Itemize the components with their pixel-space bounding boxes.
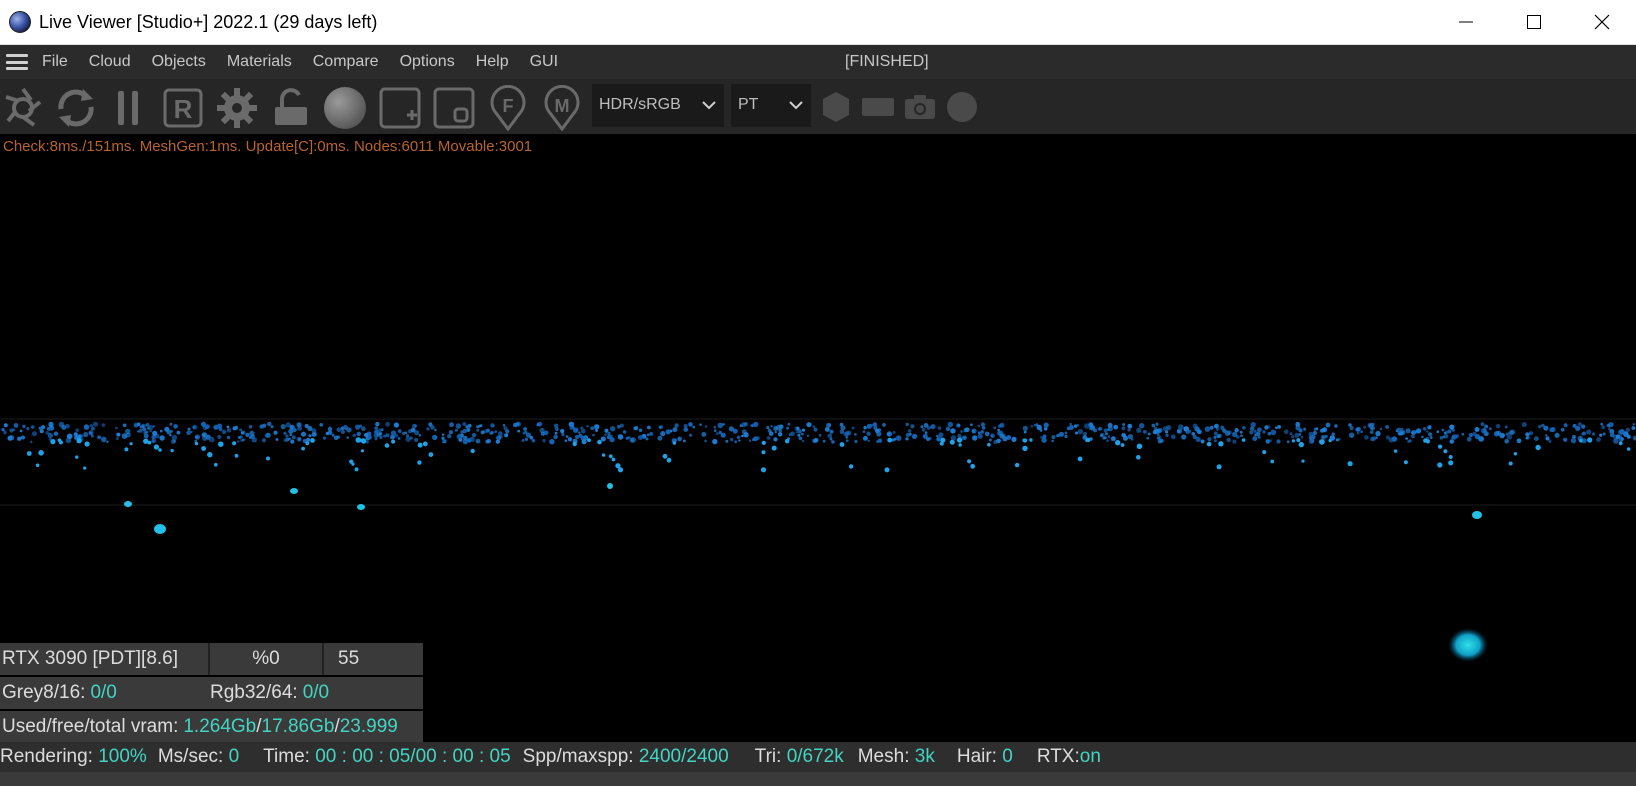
colorspace-select-value: HDR/sRGB: [599, 96, 681, 113]
triangle-count: Tri: 0/672k: [755, 746, 844, 768]
fit-region-icon[interactable]: [431, 85, 477, 131]
tri-value: 0/672k: [786, 746, 844, 767]
mssec-label: Ms/sec:: [157, 746, 229, 767]
window-title: Live Viewer [Studio+] 2022.1 (29 days le…: [39, 11, 378, 32]
rectangle-icon[interactable]: [860, 89, 896, 125]
hair-count: Hair: 0: [957, 746, 1013, 768]
buffer-row: Grey8/16: 0/0 Rgb32/64: 0/0: [0, 677, 423, 709]
gpu-name: RTX 3090 [PDT][8.6]: [0, 643, 210, 675]
maximize-icon: [1527, 15, 1541, 29]
material-pick-icon[interactable]: M: [539, 85, 585, 131]
settings-gear-icon[interactable]: [214, 85, 260, 131]
maximize-button[interactable]: [1500, 0, 1568, 44]
region-render-icon[interactable]: R: [160, 85, 206, 131]
circle-icon[interactable]: [944, 89, 980, 125]
mssec-value: 0: [228, 746, 240, 767]
aperture-icon[interactable]: [0, 85, 46, 131]
toolbar: R F M HDR/sRGB PT: [0, 79, 1636, 134]
hamburger-menu-icon[interactable]: [6, 54, 28, 70]
vram-free: 17.86Gb: [261, 716, 335, 737]
gpu-row: RTX 3090 [PDT][8.6] %0 55: [0, 643, 423, 675]
hair-label: Hair:: [956, 746, 1003, 767]
menu-help[interactable]: Help: [476, 53, 509, 71]
focus-pick-icon[interactable]: F: [485, 85, 531, 131]
spp-value: 2400/2400: [638, 746, 729, 767]
unlock-icon[interactable]: [268, 85, 314, 131]
hexagon-icon[interactable]: [818, 89, 854, 125]
rgb-buffer: Rgb32/64: 0/0: [210, 677, 423, 709]
rgb-label: Rgb32/64:: [210, 682, 298, 703]
material-sphere-icon[interactable]: [322, 85, 368, 131]
svg-text:R: R: [174, 94, 193, 124]
mesh-count: Mesh: 3k: [858, 746, 935, 768]
tri-label: Tri:: [754, 746, 787, 767]
chevron-down-icon: [702, 101, 716, 110]
close-icon: [1594, 14, 1610, 30]
spp-label: Spp/maxspp:: [522, 746, 639, 767]
hair-value: 0: [1002, 746, 1013, 767]
rgb-value: 0/0: [302, 682, 330, 703]
vram-used: 1.264Gb: [183, 716, 257, 737]
kernel-select[interactable]: PT: [731, 84, 811, 127]
render-time: Time: 00 : 00 : 05/00 : 00 : 05: [263, 746, 511, 768]
grey-label: Grey8/16:: [2, 682, 86, 703]
kernel-select-value: PT: [738, 96, 759, 113]
rendering-status: Rendering: 100%: [0, 746, 147, 768]
minimize-button[interactable]: [1432, 0, 1500, 44]
grey-buffer: Grey8/16: 0/0: [0, 677, 210, 709]
refresh-icon[interactable]: [53, 85, 99, 131]
large-particle: [1448, 628, 1488, 662]
menu-materials[interactable]: Materials: [227, 53, 292, 71]
render-status: [FINISHED]: [845, 53, 929, 70]
add-region-icon[interactable]: [377, 85, 423, 131]
menu-objects[interactable]: Objects: [152, 53, 206, 71]
rtx-status: RTX:on: [1037, 746, 1101, 768]
rtx-value: on: [1079, 746, 1101, 767]
bottom-strip: [0, 772, 1636, 786]
rendering-value: 100%: [98, 746, 147, 767]
menu-gui[interactable]: GUI: [530, 53, 558, 71]
menu-options[interactable]: Options: [400, 53, 455, 71]
time-label: Time:: [263, 746, 316, 767]
minimize-icon: [1459, 21, 1473, 23]
grey-value: 0/0: [90, 682, 117, 703]
menu-cloud[interactable]: Cloud: [89, 53, 131, 71]
svg-text:M: M: [555, 96, 570, 116]
title-bar: Live Viewer [Studio+] 2022.1 (29 days le…: [0, 0, 1636, 45]
vram-label: Used/free/total vram:: [2, 716, 179, 737]
menu-bar: File Cloud Objects Materials Compare Opt…: [0, 45, 1636, 79]
vram-total: 23.999: [339, 716, 398, 737]
svg-text:F: F: [503, 96, 514, 116]
mesh-value: 3k: [914, 746, 935, 767]
status-bar: Rendering: 100% Ms/sec: 0 Time: 00 : 00 …: [0, 742, 1636, 772]
performance-stats: Check:8ms./151ms. MeshGen:1ms. Update[C]…: [3, 138, 533, 155]
gpu-percent: %0: [210, 643, 324, 675]
info-panel: RTX 3090 [PDT][8.6] %0 55 Grey8/16: 0/0 …: [0, 643, 423, 745]
window-controls: [1432, 0, 1636, 44]
gpu-count: 55: [338, 648, 360, 669]
chevron-down-icon: [789, 101, 803, 110]
menu-file[interactable]: File: [42, 53, 68, 71]
menu-compare[interactable]: Compare: [313, 53, 379, 71]
ms-per-sec: Ms/sec: 0: [158, 746, 239, 768]
app-logo-icon: [9, 11, 31, 33]
time-value: 00 : 00 : 05/00 : 00 : 05: [315, 746, 511, 767]
pause-icon[interactable]: [106, 85, 152, 131]
samples-per-pixel: Spp/maxspp: 2400/2400: [523, 746, 729, 768]
mesh-label: Mesh:: [857, 746, 915, 767]
vram-row: Used/free/total vram: 1.264Gb / 17.86Gb …: [0, 711, 423, 743]
close-button[interactable]: [1568, 0, 1636, 44]
rendering-label: Rendering:: [0, 746, 99, 767]
colorspace-select[interactable]: HDR/sRGB: [592, 84, 724, 127]
camera-icon[interactable]: [902, 89, 938, 125]
rtx-label: RTX:: [1036, 746, 1080, 767]
